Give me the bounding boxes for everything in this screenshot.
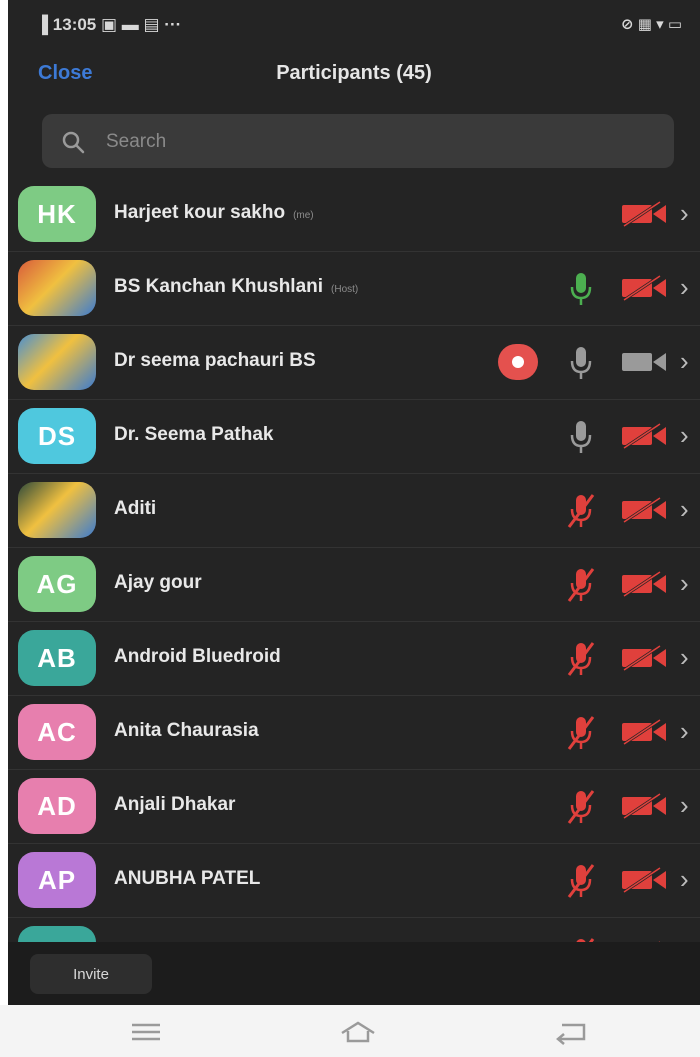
participant-row[interactable]: Aditi › xyxy=(8,474,700,548)
chevron-right-icon[interactable]: › xyxy=(680,346,689,377)
participant-name: Anita Chaurasia xyxy=(114,720,259,742)
participant-name: BS Kanchan Khushlani (Host) xyxy=(114,276,358,298)
participant-name: Dr seema pachauri BS xyxy=(114,350,316,372)
participant-row[interactable]: Dr seema pachauri BS › xyxy=(8,326,700,400)
avatar: AC xyxy=(18,704,96,760)
participants-screen: ▐ 13:05 ▣ ▬ ▤ ··· ⊘ ▦ ▾ ▭ Close Particip… xyxy=(8,0,700,1005)
signal-icon: ▐ xyxy=(36,15,49,34)
home-icon[interactable] xyxy=(338,1019,378,1045)
participant-row[interactable]: DS Dr. Seema Pathak › xyxy=(8,400,700,474)
participant-list: HK Harjeet kour sakho (me) › BS Kanchan Khus… xyxy=(8,178,700,942)
status-bar-left: ▐ 13:05 ▣ ▬ ▤ ··· xyxy=(36,15,181,35)
avatar: AB xyxy=(18,630,96,686)
video-off-icon xyxy=(622,422,666,450)
mic-muted-icon xyxy=(567,494,595,528)
participant-row[interactable]: AB Android Bluedroid › xyxy=(8,622,700,696)
search-icon xyxy=(62,131,85,154)
chevron-right-icon[interactable]: › xyxy=(680,198,689,229)
avatar: AG xyxy=(18,556,96,612)
participant-name: Android Bluedroid xyxy=(114,646,281,668)
participant-name-text: Android Bluedroid xyxy=(114,646,281,667)
participant-name-text: Dr. Seema Pathak xyxy=(114,424,274,445)
participant-name: Anjali Dhakar xyxy=(114,794,235,816)
avatar xyxy=(18,334,96,390)
chevron-right-icon[interactable]: › xyxy=(680,494,689,525)
avatar: AD xyxy=(18,778,96,834)
video-off-icon xyxy=(622,644,666,672)
video-off-icon xyxy=(622,200,666,228)
participant-name-text: Dr seema pachauri BS xyxy=(114,350,316,371)
mic-muted-icon xyxy=(567,864,595,898)
system-nav-bar xyxy=(0,1005,700,1057)
header: Close Participants (45) xyxy=(8,50,700,102)
participant-name-text: Anita Chaurasia xyxy=(114,720,259,741)
participant-name: Dr. Seema Pathak xyxy=(114,424,273,446)
chevron-right-icon[interactable]: › xyxy=(680,272,689,303)
participant-name-text: ANUBHA PATEL xyxy=(114,868,261,889)
participant-row[interactable]: AP ANUBHA PATEL › xyxy=(8,844,700,918)
participant-row[interactable]: HK Harjeet kour sakho (me) › xyxy=(8,178,700,252)
chevron-right-icon[interactable]: › xyxy=(680,790,689,821)
participant-name-text: Ajay gour xyxy=(114,572,202,593)
page-title: Participants (45) xyxy=(276,62,432,84)
participant-name-text: Aditi xyxy=(114,498,157,519)
avatar: DS xyxy=(18,408,96,464)
video-camera-icon xyxy=(622,353,666,371)
avatar xyxy=(18,482,96,538)
status-bar: ▐ 13:05 ▣ ▬ ▤ ··· ⊘ ▦ ▾ ▭ xyxy=(8,0,700,50)
participant-name-text: Anjali Dhakar xyxy=(114,794,236,815)
participant-name: ANUBHA PATEL xyxy=(114,868,260,890)
video-off-icon xyxy=(622,718,666,746)
participant-row[interactable]: AG Ajay gour › xyxy=(8,548,700,622)
participant-row[interactable]: AC Anita Chaurasia › xyxy=(8,696,700,770)
participant-row[interactable]: AAradhna› xyxy=(8,918,700,942)
recording-icon xyxy=(498,344,538,380)
search-bar[interactable] xyxy=(42,114,674,168)
avatar: HK xyxy=(18,186,96,242)
avatar: A xyxy=(18,926,96,942)
microphone-icon xyxy=(570,421,592,453)
video-off-icon xyxy=(622,496,666,524)
mic-muted-icon xyxy=(567,790,595,824)
participant-row[interactable]: AD Anjali Dhakar › xyxy=(8,770,700,844)
participant-name: Aditi xyxy=(114,498,156,520)
participant-name: Harjeet kour sakho (me) xyxy=(114,202,314,224)
mic-muted-icon xyxy=(567,568,595,602)
video-off-icon xyxy=(622,274,666,302)
chevron-right-icon[interactable]: › xyxy=(680,716,689,747)
participant-name: Ajay gour xyxy=(114,572,202,594)
video-off-icon xyxy=(622,866,666,894)
avatar xyxy=(18,260,96,316)
notification-icons: ▣ ▬ ▤ ··· xyxy=(101,15,182,34)
participant-name-text: Harjeet kour sakho xyxy=(114,202,286,223)
back-icon[interactable] xyxy=(550,1019,590,1045)
status-bar-right: ⊘ ▦ ▾ ▭ xyxy=(621,16,682,33)
bottom-toolbar: Invite xyxy=(8,942,700,1005)
mic-muted-icon xyxy=(567,642,595,676)
video-off-icon xyxy=(622,570,666,598)
microphone-icon xyxy=(570,347,592,379)
mic-muted-icon xyxy=(567,716,595,750)
role-tag: (Host) xyxy=(331,284,359,295)
participant-name-text: BS Kanchan Khushlani xyxy=(114,276,324,297)
microphone-icon xyxy=(570,273,592,305)
avatar: AP xyxy=(18,852,96,908)
participant-row[interactable]: BS Kanchan Khushlani (Host) › xyxy=(8,252,700,326)
chevron-right-icon[interactable]: › xyxy=(680,568,689,599)
chevron-right-icon[interactable]: › xyxy=(680,420,689,451)
chevron-right-icon[interactable]: › xyxy=(680,642,689,673)
status-time: 13:05 xyxy=(52,15,97,34)
video-off-icon xyxy=(622,792,666,820)
search-input[interactable] xyxy=(104,124,648,160)
role-tag: (me) xyxy=(293,210,314,221)
menu-icon[interactable] xyxy=(126,1019,166,1045)
chevron-right-icon[interactable]: › xyxy=(680,864,689,895)
invite-button[interactable]: Invite xyxy=(30,954,152,994)
